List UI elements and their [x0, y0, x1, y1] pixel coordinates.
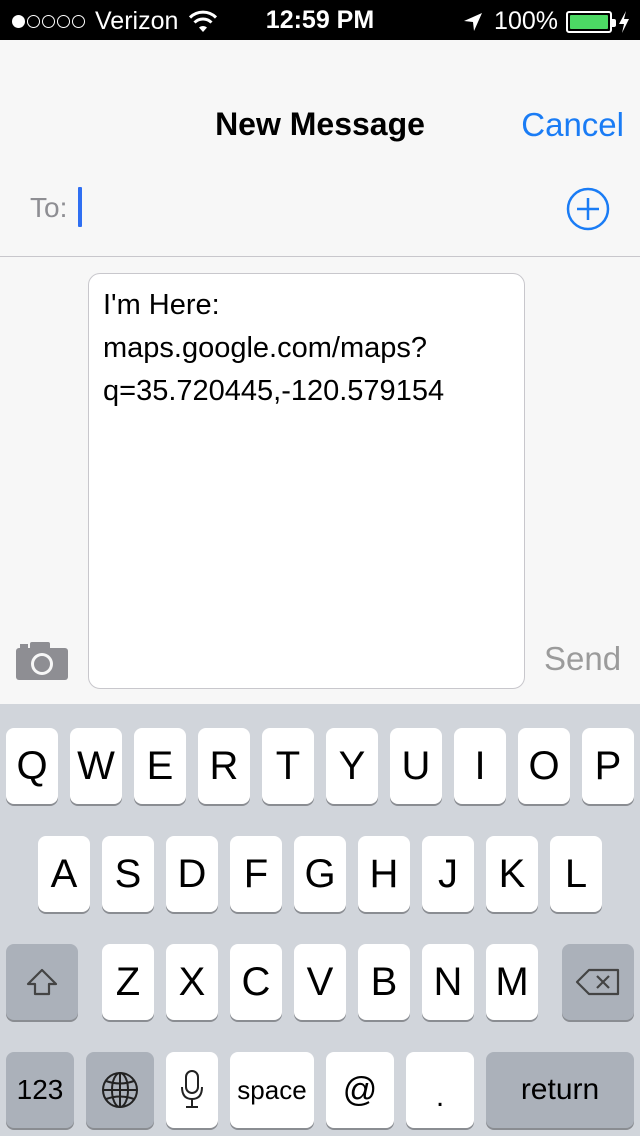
key-h[interactable]: H	[358, 836, 410, 912]
at-key[interactable]: @	[326, 1052, 394, 1128]
key-j[interactable]: J	[422, 836, 474, 912]
return-key[interactable]: return	[486, 1052, 634, 1128]
shift-icon	[26, 968, 58, 996]
key-f[interactable]: F	[230, 836, 282, 912]
numbers-key[interactable]: 123	[6, 1052, 74, 1128]
key-m[interactable]: M	[486, 944, 538, 1020]
key-v[interactable]: V	[294, 944, 346, 1020]
to-label: To:	[30, 192, 68, 223]
delete-key[interactable]	[562, 944, 634, 1020]
message-line: q=35.720445,-120.579154	[103, 375, 445, 407]
key-i[interactable]: I	[454, 728, 506, 804]
key-d[interactable]: D	[166, 836, 218, 912]
cancel-button[interactable]: Cancel	[521, 106, 624, 144]
dictation-key[interactable]	[166, 1052, 218, 1128]
message-text: I'm Here: maps.google.com/maps? q=35.720…	[103, 284, 510, 413]
key-s[interactable]: S	[102, 836, 154, 912]
message-line: I'm Here:	[103, 289, 220, 321]
period-key[interactable]: .	[406, 1052, 474, 1128]
key-l[interactable]: L	[550, 836, 602, 912]
globe-icon	[102, 1072, 138, 1108]
key-y[interactable]: Y	[326, 728, 378, 804]
keyboard: Q W E R T Y U I O P A S D F G H J K L Z …	[0, 704, 640, 1136]
key-k[interactable]: K	[486, 836, 538, 912]
globe-key[interactable]	[86, 1052, 154, 1128]
key-e[interactable]: E	[134, 728, 186, 804]
key-c[interactable]: C	[230, 944, 282, 1020]
add-contact-icon[interactable]	[566, 187, 610, 231]
screen: Verizon 12:59 PM 100% New Message Cancel…	[0, 0, 640, 1136]
shift-key[interactable]	[6, 944, 78, 1020]
key-w[interactable]: W	[70, 728, 122, 804]
key-q[interactable]: Q	[6, 728, 58, 804]
send-button[interactable]: Send	[544, 640, 621, 678]
key-r[interactable]: R	[198, 728, 250, 804]
message-line: maps.google.com/maps?	[103, 332, 427, 364]
key-b[interactable]: B	[358, 944, 410, 1020]
key-z[interactable]: Z	[102, 944, 154, 1020]
key-o[interactable]: O	[518, 728, 570, 804]
key-g[interactable]: G	[294, 836, 346, 912]
delete-icon	[575, 968, 620, 996]
recipient-input[interactable]	[78, 187, 82, 227]
camera-icon[interactable]	[16, 640, 68, 680]
key-t[interactable]: T	[262, 728, 314, 804]
navigation-bar: New Message Cancel To:	[0, 0, 640, 256]
message-input[interactable]: I'm Here: maps.google.com/maps? q=35.720…	[88, 273, 525, 689]
key-a[interactable]: A	[38, 836, 90, 912]
key-x[interactable]: X	[166, 944, 218, 1020]
key-u[interactable]: U	[390, 728, 442, 804]
key-p[interactable]: P	[582, 728, 634, 804]
divider	[0, 256, 640, 257]
space-key[interactable]: space	[230, 1052, 314, 1128]
key-n[interactable]: N	[422, 944, 474, 1020]
microphone-icon	[181, 1070, 203, 1108]
